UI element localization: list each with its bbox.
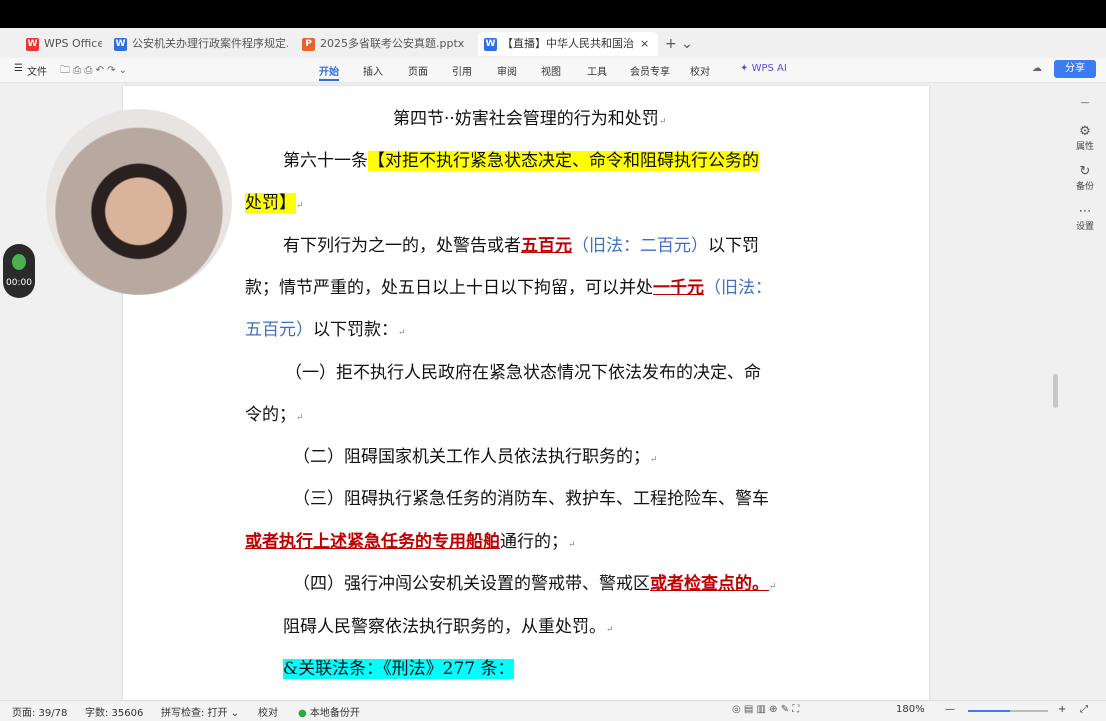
menu-icon[interactable]: ☰ (14, 63, 23, 74)
item-1-line1: （一）拒不执行人民政府在紧急状态情况下依法发布的决定、命 (285, 363, 761, 383)
check-circle-icon: ● (298, 708, 307, 719)
backup-button[interactable]: ↻ 备份 (1064, 164, 1106, 192)
amended-amount: 五百元 (521, 236, 572, 256)
spell-check-toggle[interactable]: 拼写检查: 打开 ⌄ (161, 704, 239, 719)
file-menu[interactable]: 文件 (27, 63, 47, 78)
tab-member[interactable]: 会员专享 (630, 63, 670, 78)
cloud-icon[interactable]: ☁ (1032, 63, 1042, 74)
screen-top-bar (0, 0, 1106, 28)
zoom-out-button[interactable]: — (945, 704, 955, 715)
local-backup-status[interactable]: ● 本地备份开 (298, 704, 360, 719)
article-title-highlight: 【对拒不执行紧急状态决定、命令和阻碍执行公务的 (368, 151, 759, 171)
paragraph-line1: 有下列行为之一的，处警告或者五百元（旧法：二百元）以下罚 (283, 236, 759, 256)
page-indicator[interactable]: 页面: 39/78 (12, 704, 67, 719)
item-4: （四）强行冲闯公安机关设置的警戒带、警戒区或者检查点的。↵ (293, 574, 777, 594)
tab-proofread[interactable]: 校对 (690, 63, 710, 78)
properties-button[interactable]: ⚙ 属性 (1064, 124, 1106, 152)
amended-amount: 一千元 (653, 278, 704, 298)
wps-ai-button[interactable]: ✦ WPS AI (740, 63, 787, 74)
right-side-panel: — ⚙ 属性 ↻ 备份 ⋯ 设置 (1064, 88, 1106, 700)
presenter-webcam-overlay (46, 109, 232, 295)
word-doc-icon: W (484, 37, 497, 51)
paragraph-line3: 五百元）以下罚款：↵ (245, 320, 406, 340)
item-1-line2: 令的；↵ (245, 405, 304, 425)
tab-wps-home[interactable]: W WPS Office (20, 32, 102, 56)
related-law-highlight: &关联法条：《刑法》277 条： (283, 659, 515, 679)
tab-bar: W WPS Office W 公安机关办理行政案件程序规定.do P 2025多省联考… (0, 28, 1106, 58)
tab-doc-procedure[interactable]: W 公安机关办理行政案件程序规定.do (108, 32, 288, 56)
vertical-scrollbar[interactable] (1053, 374, 1058, 408)
article-heading-line2: 处罚】↵ (245, 193, 304, 213)
word-count[interactable]: 字数: 35606 (85, 704, 143, 719)
more-dots-icon: ⋯ (1078, 204, 1092, 219)
tab-insert[interactable]: 插入 (363, 63, 383, 78)
amended-text: 或者检查点的。 (650, 574, 769, 594)
fullscreen-icon[interactable]: ⤢ (1080, 704, 1088, 715)
tab-page[interactable]: 页面 (408, 63, 428, 78)
tab-tools[interactable]: 工具 (587, 63, 607, 78)
tab-review[interactable]: 审阅 (497, 63, 517, 78)
zoom-level[interactable]: 180% (896, 704, 925, 715)
tab-home[interactable]: 开始 (319, 63, 339, 78)
related-law-line: &关联法条：《刑法》277 条： (283, 654, 515, 679)
zoom-slider[interactable] (968, 710, 1048, 712)
document-page[interactable] (123, 86, 929, 700)
ppt-doc-icon: P (302, 37, 315, 51)
new-tab-button[interactable]: + ⌄ (665, 32, 695, 56)
proofread-status[interactable]: 校对 (258, 704, 278, 719)
word-doc-icon: W (114, 37, 127, 51)
old-law-note: （旧法：二百元） (572, 236, 708, 256)
close-icon[interactable]: × (640, 37, 649, 50)
history-icon: ↻ (1079, 164, 1091, 179)
recording-timer[interactable]: 00:00 (3, 244, 35, 298)
item-2: （二）阻碍国家机关工作人员依法执行职务的；↵ (293, 447, 658, 467)
article-heading-line1: 第六十一条【对拒不执行紧急状态决定、命令和阻碍执行公务的 (283, 151, 759, 171)
aggravated-clause: 阻碍人民警察依法执行职务的，从重处罚。↵ (283, 617, 614, 637)
view-mode-icons[interactable]: ◎ ▤ ▥ ⊕ ✎ ⛶ (732, 704, 799, 715)
tab-view[interactable]: 视图 (541, 63, 561, 78)
old-law-note: （旧法： (704, 278, 772, 298)
zoom-in-button[interactable]: + (1058, 704, 1066, 715)
amended-text: 或者执行上述紧急任务的专用船舶 (245, 532, 500, 552)
zoom-slider-fill (968, 710, 1010, 712)
tab-references[interactable]: 引用 (452, 63, 472, 78)
active-tab-indicator (319, 79, 339, 81)
quick-access-icons[interactable]: 🗀 ⎙ ⎙ ↶ ↷ ⌄ (60, 63, 127, 80)
tab-ppt-exam[interactable]: P 2025多省联考公安真题.pptx (296, 32, 472, 56)
settings-button[interactable]: ⋯ 设置 (1064, 204, 1106, 232)
ai-sparkle-icon: ✦ (740, 63, 752, 74)
ribbon-toolbar: ☰ 文件 🗀 ⎙ ⎙ ↶ ↷ ⌄ 开始 插入 页面 引用 审阅 视图 工具 会员… (0, 58, 1106, 83)
sliders-icon: ⚙ (1079, 124, 1091, 139)
status-bar: 页面: 39/78 字数: 35606 拼写检查: 打开 ⌄ 校对 ● 本地备份… (0, 700, 1106, 721)
tab-live-doc[interactable]: W 【直播】中华人民共和国治 × (478, 32, 658, 56)
wps-logo-icon: W (26, 37, 39, 51)
item-3-line2: 或者执行上述紧急任务的专用船舶通行的；↵ (245, 532, 576, 552)
paragraph-line2: 款；情节严重的，处五日以上十日以下拘留，可以并处一千元（旧法： (245, 278, 772, 298)
section-title: 第四节··妨害社会管理的行为和处罚↵ (393, 109, 667, 129)
item-3-line1: （三）阻碍执行紧急任务的消防车、救护车、工程抢险车、警车 (293, 489, 769, 509)
share-button[interactable]: 分享 (1054, 60, 1096, 78)
leaf-icon (12, 254, 26, 270)
collapse-button[interactable]: — (1064, 98, 1106, 108)
